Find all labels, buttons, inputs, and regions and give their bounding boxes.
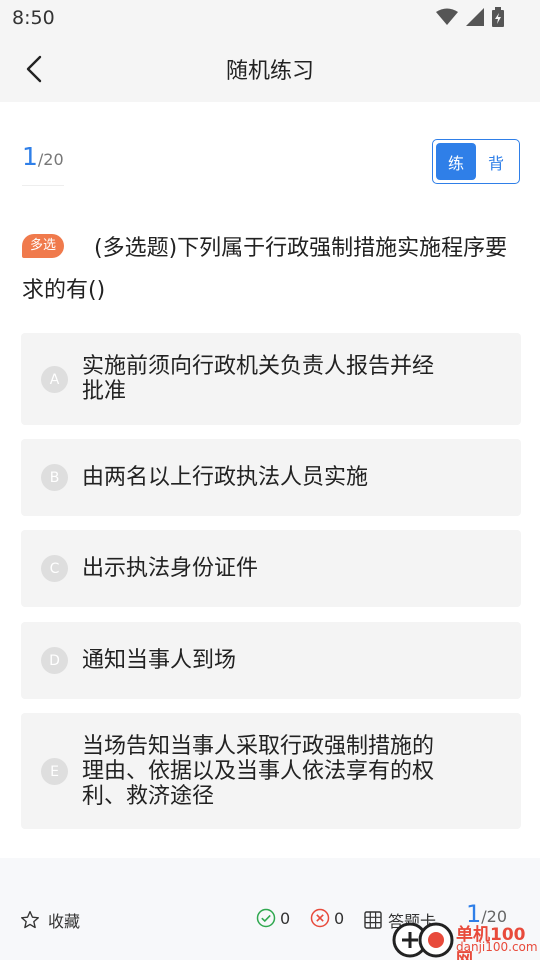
option-letter: C bbox=[41, 555, 68, 582]
battery-icon bbox=[492, 7, 504, 27]
option-text-line: 理由、依据以及当事人依法享有的权 bbox=[82, 759, 435, 784]
wrong-count-value: 0 bbox=[334, 908, 345, 928]
status-icons bbox=[436, 7, 504, 27]
question-type-badge: 多选 bbox=[22, 234, 64, 258]
option-a[interactable]: A 实施前须向行政机关负责人报告并经 批准 bbox=[21, 333, 521, 425]
x-circle-icon bbox=[310, 908, 330, 928]
practice-mode-button[interactable]: 练 bbox=[436, 143, 476, 180]
correct-count: 0 bbox=[256, 908, 290, 928]
option-b[interactable]: B 由两名以上行政执法人员实施 bbox=[21, 439, 521, 516]
option-text: 实施前须向行政机关负责人报告并经 批准 bbox=[82, 354, 501, 404]
wifi-icon bbox=[436, 8, 458, 25]
option-letter: A bbox=[41, 366, 68, 393]
wrong-count: 0 bbox=[310, 908, 344, 928]
option-text: 当场告知当事人采取行政强制措施的 理由、依据以及当事人依法享有的权 利、救济途径 bbox=[82, 734, 501, 809]
watermark-logo-icon bbox=[392, 922, 454, 958]
option-text-line: 实施前须向行政机关负责人报告并经 bbox=[82, 354, 435, 379]
page-title: 随机练习 bbox=[225, 59, 314, 84]
mode-toggle: 练 背 bbox=[432, 139, 520, 184]
option-letter: D bbox=[41, 647, 68, 674]
signal-icon bbox=[466, 8, 484, 26]
option-text: 通知当事人到场 bbox=[82, 648, 237, 673]
option-text-line: 当场告知当事人采取行政强制措施的 bbox=[82, 734, 435, 759]
option-text-line: 批准 bbox=[82, 379, 127, 404]
favorite-label: 收藏 bbox=[48, 912, 81, 931]
correct-count-value: 0 bbox=[280, 908, 291, 928]
counter-current: 1 bbox=[22, 142, 38, 171]
option-d[interactable]: D 通知当事人到场 bbox=[21, 622, 521, 699]
status-time: 8:50 bbox=[12, 7, 55, 29]
star-icon bbox=[21, 911, 39, 929]
watermark: 单机100网 danji100.com bbox=[390, 916, 540, 960]
option-text: 由两名以上行政执法人员实施 bbox=[82, 465, 369, 490]
option-letter: B bbox=[41, 464, 68, 491]
grid-icon bbox=[364, 911, 382, 929]
question: 多选 (多选题)下列属于行政强制措施实施程序要求的有() bbox=[22, 228, 522, 312]
option-letter: E bbox=[41, 758, 68, 785]
counter-total: /20 bbox=[37, 150, 64, 169]
option-text: 出示执法身份证件 bbox=[82, 556, 259, 581]
question-text: (多选题)下列属于行政强制措施实施程序要求的有() bbox=[22, 236, 508, 303]
recite-mode-button[interactable]: 背 bbox=[476, 143, 516, 180]
option-e[interactable]: E 当场告知当事人采取行政强制措施的 理由、依据以及当事人依法享有的权 利、救济… bbox=[21, 713, 521, 829]
check-circle-icon bbox=[256, 908, 276, 928]
nav-bar: 随机练习 bbox=[0, 36, 540, 102]
watermark-url: danji100.com bbox=[456, 940, 538, 954]
status-bar: 8:50 bbox=[0, 0, 540, 36]
option-c[interactable]: C 出示执法身份证件 bbox=[21, 530, 521, 607]
option-text-line: 利、救济途径 bbox=[82, 784, 215, 809]
question-counter: 1/20 bbox=[22, 142, 64, 186]
favorite-button[interactable]: 收藏 bbox=[20, 908, 80, 932]
